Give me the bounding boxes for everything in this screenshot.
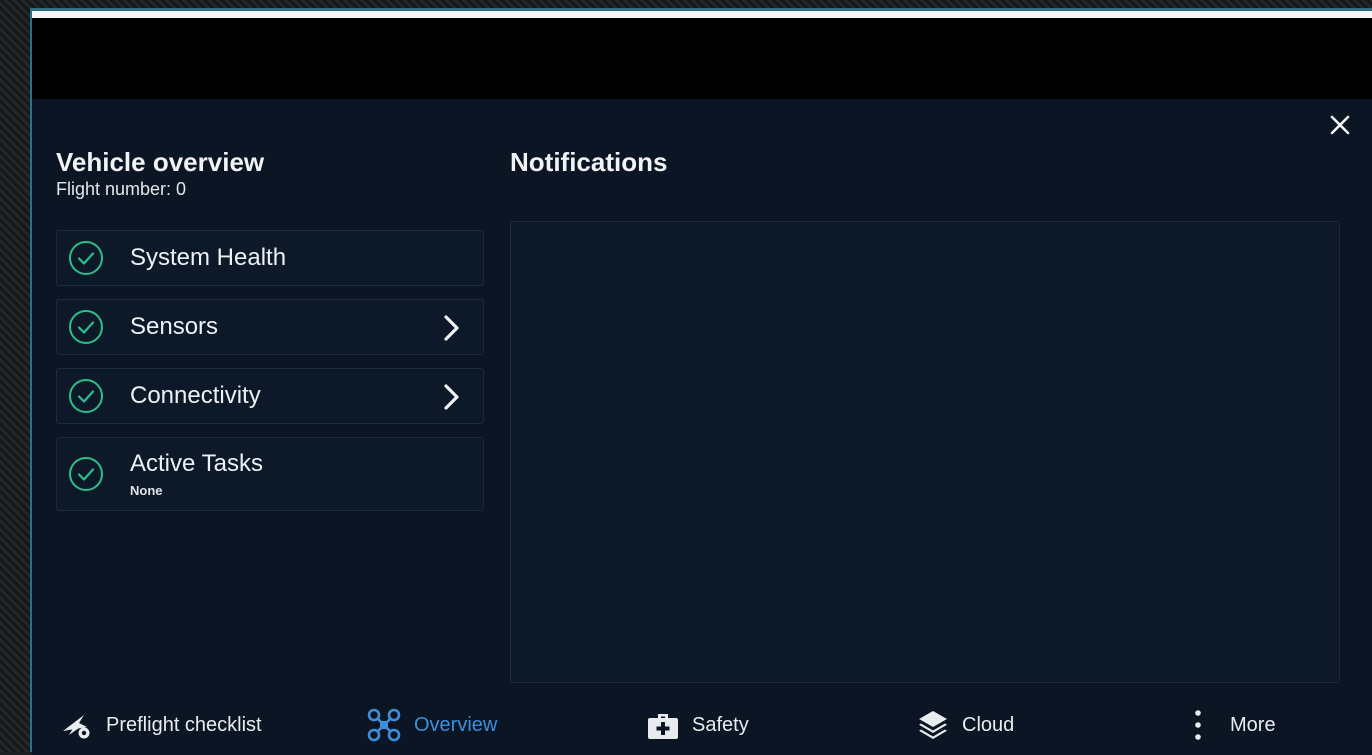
- takeoff-icon: [63, 715, 90, 739]
- active-tasks-card[interactable]: Active Tasks None: [56, 437, 484, 511]
- sensors-label: Sensors: [130, 313, 219, 340]
- nav-cloud[interactable]: Cloud: [916, 707, 1014, 743]
- bottom-navigation: Preflight checklist Overview Safety Clou…: [32, 693, 1372, 755]
- check-circle-icon: [69, 457, 103, 491]
- close-icon: [1330, 115, 1350, 135]
- vertical-dots-icon: [1195, 710, 1201, 740]
- connectivity-label: Connectivity: [130, 382, 261, 409]
- sensors-card[interactable]: Sensors: [56, 299, 484, 355]
- nav-label: Cloud: [962, 713, 1015, 736]
- nav-more[interactable]: More: [1188, 707, 1276, 743]
- notifications-title: Notifications: [510, 147, 668, 177]
- drone-icon: [367, 708, 401, 742]
- nav-overview[interactable]: Overview: [366, 707, 497, 743]
- nav-preflight-checklist[interactable]: Preflight checklist: [60, 707, 262, 743]
- nav-label: Safety: [692, 713, 749, 736]
- nav-label: Overview: [414, 713, 498, 736]
- layers-icon: [919, 711, 947, 739]
- vehicle-overview-title: Vehicle overview: [56, 147, 265, 177]
- nav-label: More: [1230, 713, 1276, 736]
- connectivity-card[interactable]: Connectivity: [56, 368, 484, 424]
- nav-label: Preflight checklist: [106, 713, 262, 736]
- close-button[interactable]: [1326, 111, 1354, 139]
- check-circle-icon: [69, 379, 103, 413]
- system-health-label: System Health: [130, 244, 287, 271]
- notifications-list[interactable]: [510, 221, 1340, 683]
- flight-number-label: Flight number: 0: [56, 179, 187, 199]
- vehicle-overview-panel: Vehicle overview Flight number: 0 System…: [32, 99, 1372, 755]
- check-circle-icon: [69, 241, 103, 275]
- active-tasks-label: Active Tasks: [130, 450, 263, 477]
- check-circle-icon: [69, 310, 103, 344]
- active-tasks-value: None: [130, 483, 163, 498]
- top-white-bar: [32, 11, 1372, 18]
- chevron-right-icon: [444, 384, 459, 410]
- first-aid-kit-icon: [648, 714, 678, 739]
- nav-safety[interactable]: Safety: [646, 707, 749, 743]
- chevron-right-icon: [444, 315, 459, 341]
- system-health-card[interactable]: System Health: [56, 230, 484, 286]
- app-window: Vehicle overview Flight number: 0 System…: [30, 8, 1372, 755]
